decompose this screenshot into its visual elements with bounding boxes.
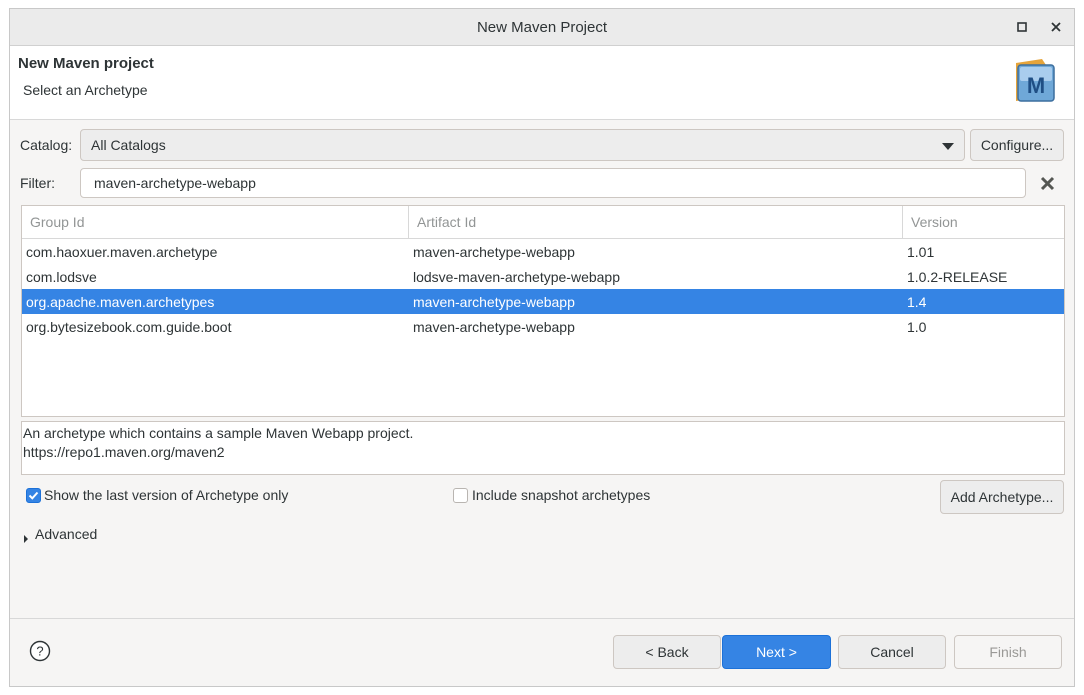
help-icon[interactable]: ? <box>29 640 51 665</box>
table-row[interactable]: com.lodsve lodsve-maven-archetype-webapp… <box>22 264 1064 289</box>
cell-artifact-id: maven-archetype-webapp <box>413 318 575 335</box>
cell-group-id: org.bytesizebook.com.guide.boot <box>26 318 232 335</box>
checkmark-icon <box>28 491 39 500</box>
close-icon[interactable] <box>1046 17 1066 37</box>
cell-group-id: org.apache.maven.archetypes <box>26 293 215 310</box>
filter-input[interactable]: maven-archetype-webapp <box>80 168 1026 198</box>
configure-button[interactable]: Configure... <box>970 129 1064 161</box>
catalog-value: All Catalogs <box>91 137 166 153</box>
archetype-description: An archetype which contains a sample Mav… <box>21 421 1065 475</box>
show-last-version-checkbox[interactable] <box>26 488 41 503</box>
table-row-selected[interactable]: org.apache.maven.archetypes maven-archet… <box>22 289 1064 314</box>
description-text: An archetype which contains a sample Mav… <box>23 425 414 441</box>
catalog-dropdown[interactable]: All Catalogs <box>80 129 965 161</box>
svg-text:M: M <box>1027 73 1045 98</box>
table-header: Group Id Artifact Id Version <box>22 206 1064 239</box>
banner-subtitle: Select an Archetype <box>23 82 148 98</box>
title-bar: New Maven Project <box>10 9 1074 46</box>
archetype-table[interactable]: Group Id Artifact Id Version com.haoxuer… <box>21 205 1065 417</box>
cell-version: 1.4 <box>907 293 927 310</box>
dialog-window: New Maven Project New Maven project Sele… <box>9 8 1075 687</box>
add-archetype-button[interactable]: Add Archetype... <box>940 480 1064 514</box>
cell-version: 1.0 <box>907 318 927 335</box>
cell-version: 1.0.2-RELEASE <box>907 268 1008 285</box>
cancel-button[interactable]: Cancel <box>838 635 946 669</box>
cell-version: 1.01 <box>907 243 935 260</box>
description-url: https://repo1.maven.org/maven2 <box>23 444 225 460</box>
finish-button[interactable]: Finish <box>954 635 1062 669</box>
include-snapshot-label[interactable]: Include snapshot archetypes <box>472 487 650 503</box>
footer-divider <box>10 618 1074 619</box>
back-button[interactable]: < Back <box>613 635 721 669</box>
cell-group-id: com.haoxuer.maven.archetype <box>26 243 218 260</box>
filter-label: Filter: <box>20 175 55 191</box>
catalog-label: Catalog: <box>20 137 73 153</box>
maven-logo-icon: M <box>1012 57 1056 105</box>
column-header-group-id[interactable]: Group Id <box>22 206 409 238</box>
show-last-version-label[interactable]: Show the last version of Archetype only <box>44 487 288 503</box>
cell-artifact-id: maven-archetype-webapp <box>413 293 575 310</box>
advanced-toggle[interactable]: Advanced <box>35 526 97 542</box>
window-title: New Maven Project <box>476 18 608 36</box>
wizard-banner: New Maven project Select an Archetype M <box>10 46 1074 120</box>
clear-filter-icon[interactable] <box>1040 175 1056 191</box>
cell-artifact-id: maven-archetype-webapp <box>413 243 575 260</box>
maximize-icon[interactable] <box>1012 17 1032 37</box>
svg-text:?: ? <box>36 644 43 659</box>
banner-title: New Maven project <box>18 55 154 72</box>
cell-artifact-id: lodsve-maven-archetype-webapp <box>413 268 620 285</box>
filter-value: maven-archetype-webapp <box>94 175 256 191</box>
chevron-down-icon <box>942 143 954 150</box>
disclosure-triangle-icon[interactable] <box>22 531 30 547</box>
column-header-version[interactable]: Version <box>903 206 1064 238</box>
table-row[interactable]: org.bytesizebook.com.guide.boot maven-ar… <box>22 314 1064 339</box>
column-header-artifact-id[interactable]: Artifact Id <box>409 206 903 238</box>
include-snapshot-checkbox[interactable] <box>453 488 468 503</box>
next-button[interactable]: Next > <box>722 635 831 669</box>
table-row[interactable]: com.haoxuer.maven.archetype maven-archet… <box>22 239 1064 264</box>
cell-group-id: com.lodsve <box>26 268 97 285</box>
